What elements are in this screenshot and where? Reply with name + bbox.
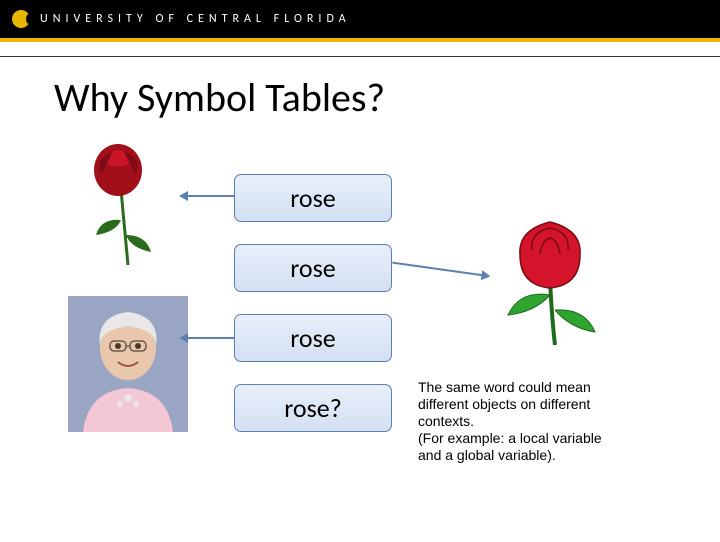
slide-content: rose rose rose rose? The same word could…	[0, 122, 720, 542]
image-rose-photo	[66, 140, 186, 270]
slide-title: Why Symbol Tables?	[54, 73, 720, 122]
pointer-1	[186, 195, 234, 197]
person-photo-icon	[68, 296, 188, 432]
pointer-3	[186, 337, 234, 339]
label-rose-4: rose?	[234, 384, 392, 432]
label-rose-2: rose	[234, 244, 392, 292]
header-bar: UNIVERSITY OF CENTRAL FLORIDA	[0, 0, 720, 38]
university-name: UNIVERSITY OF CENTRAL FLORIDA	[40, 12, 351, 26]
ucf-logo-icon	[12, 10, 30, 28]
thin-divider	[0, 56, 720, 57]
caption-text: The same word could mean different objec…	[418, 379, 676, 464]
image-rose-clipart	[480, 210, 620, 350]
rose-clipart-icon	[480, 210, 620, 350]
label-rose-3: rose	[234, 314, 392, 362]
pointer-2	[392, 262, 483, 276]
rose-photo-icon	[66, 140, 186, 270]
label-rose-1: rose	[234, 174, 392, 222]
image-person-rose	[68, 296, 188, 432]
gold-divider	[0, 38, 720, 42]
